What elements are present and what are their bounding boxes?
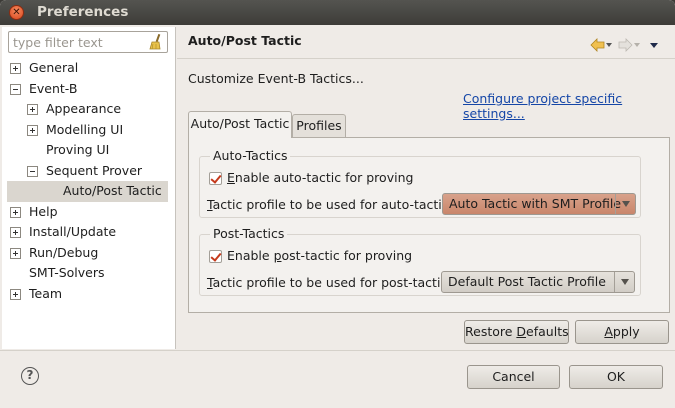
tree-item-label: Modelling UI bbox=[46, 121, 124, 137]
back-arrow-icon[interactable] bbox=[590, 38, 612, 52]
post-tactic-profile-label: Tactic profile to be used for post-tacti… bbox=[207, 275, 454, 290]
tree-item-label: Install/Update bbox=[29, 224, 117, 239]
tree-item-modelling-ui[interactable]: Modelling UI bbox=[2, 120, 176, 141]
title-bar: ✕ Preferences bbox=[0, 0, 675, 25]
preferences-window: ✕ Preferences General Event-B Appearance Mo… bbox=[0, 0, 675, 408]
auto-tactic-profile-label: Tactic profile to be used for auto-tacti… bbox=[207, 197, 456, 212]
tab-auto-post-tactic[interactable]: Auto/Post Tactic bbox=[188, 111, 292, 138]
chevron-down-icon bbox=[614, 272, 634, 292]
tab-profiles[interactable]: Profiles bbox=[292, 114, 346, 137]
post-tactics-group: Post-Tactics Enable post-tactic for prov… bbox=[199, 227, 641, 296]
tree-item-label: Event-B bbox=[29, 80, 78, 96]
tree-item-label: Team bbox=[29, 285, 63, 301]
auto-tactics-group: Auto-Tactics Enable auto-tactic for prov… bbox=[199, 149, 641, 218]
tree-item-team[interactable]: Team bbox=[2, 284, 176, 305]
tree-item-smt-solvers[interactable]: SMT-Solvers bbox=[2, 263, 176, 284]
post-tactic-profile-combo[interactable]: Default Post Tactic Profile bbox=[441, 271, 635, 293]
tree-item-label: Auto/Post Tactic bbox=[63, 183, 162, 198]
view-menu-icon[interactable] bbox=[650, 43, 658, 48]
expand-icon[interactable] bbox=[27, 124, 38, 136]
enable-post-tactic-label[interactable]: Enable post-tactic for proving bbox=[227, 248, 412, 263]
preference-tree: General Event-B Appearance Modelling UI Prov… bbox=[2, 58, 176, 304]
help-icon[interactable]: ? bbox=[21, 367, 39, 385]
page-navigation bbox=[590, 38, 658, 52]
cancel-button[interactable]: Cancel bbox=[467, 365, 560, 389]
configure-project-settings-link[interactable]: Configure project specific settings... bbox=[463, 91, 675, 121]
auto-tactics-group-title: Auto-Tactics bbox=[210, 149, 291, 163]
tree-item-general[interactable]: General bbox=[2, 58, 176, 79]
tree-item-auto-post-tactic[interactable]: Auto/Post Tactic bbox=[7, 181, 168, 202]
tree-item-proving-ui[interactable]: Proving UI bbox=[2, 140, 176, 161]
filter-box bbox=[8, 31, 168, 53]
collapse-icon[interactable] bbox=[10, 83, 21, 95]
tree-item-install-update[interactable]: Install/Update bbox=[2, 222, 176, 243]
enable-post-tactic-checkbox[interactable] bbox=[209, 250, 222, 263]
page-title: Auto/Post Tactic bbox=[188, 33, 302, 48]
tree-item-label: Proving UI bbox=[46, 142, 110, 157]
bottom-separator bbox=[0, 350, 675, 351]
expand-icon[interactable] bbox=[10, 247, 21, 259]
window-title: Preferences bbox=[37, 4, 129, 20]
tree-item-label: Appearance bbox=[46, 101, 122, 116]
filter-input[interactable] bbox=[9, 32, 147, 52]
apply-button[interactable]: Apply bbox=[575, 320, 669, 344]
collapse-icon[interactable] bbox=[27, 165, 38, 177]
tab-content: Auto-Tactics Enable auto-tactic for prov… bbox=[188, 137, 670, 313]
tree-item-help[interactable]: Help bbox=[2, 202, 176, 223]
enable-auto-tactic-label[interactable]: Enable auto-tactic for proving bbox=[227, 170, 413, 185]
auto-tactic-profile-combo[interactable]: Auto Tactic with SMT Profile bbox=[442, 193, 636, 215]
close-window-button[interactable]: ✕ bbox=[9, 5, 24, 20]
tree-item-label: Run/Debug bbox=[29, 244, 99, 260]
forward-arrow-icon[interactable] bbox=[618, 38, 640, 52]
expand-icon[interactable] bbox=[10, 227, 21, 238]
tree-item-label: Sequent Prover bbox=[46, 162, 143, 178]
tree-item-label: SMT-Solvers bbox=[29, 265, 105, 280]
auto-tactic-profile-value: Auto Tactic with SMT Profile bbox=[449, 196, 622, 211]
clear-filter-icon[interactable] bbox=[149, 34, 163, 50]
expand-icon[interactable] bbox=[10, 63, 21, 74]
expand-icon[interactable] bbox=[27, 104, 38, 115]
tree-item-appearance[interactable]: Appearance bbox=[2, 99, 176, 120]
expand-icon[interactable] bbox=[10, 206, 21, 218]
tree-item-event-b[interactable]: Event-B bbox=[2, 79, 176, 100]
post-tactics-group-title: Post-Tactics bbox=[210, 227, 288, 241]
tree-item-label: General bbox=[29, 60, 79, 75]
page-description: Customize Event-B Tactics... bbox=[188, 71, 364, 86]
chevron-down-icon bbox=[615, 194, 635, 214]
enable-auto-tactic-checkbox[interactable] bbox=[209, 172, 222, 185]
tree-item-run-debug[interactable]: Run/Debug bbox=[2, 243, 176, 264]
expand-icon[interactable] bbox=[10, 288, 21, 300]
header-separator bbox=[177, 58, 675, 59]
post-tactic-profile-value: Default Post Tactic Profile bbox=[448, 274, 606, 289]
restore-defaults-button[interactable]: Restore Defaults bbox=[464, 320, 569, 344]
preference-tree-panel: General Event-B Appearance Modelling UI Prov… bbox=[2, 27, 176, 349]
ok-button[interactable]: OK bbox=[569, 365, 663, 389]
tree-item-label: Help bbox=[29, 203, 58, 219]
tree-item-sequent-prover[interactable]: Sequent Prover bbox=[2, 161, 176, 182]
